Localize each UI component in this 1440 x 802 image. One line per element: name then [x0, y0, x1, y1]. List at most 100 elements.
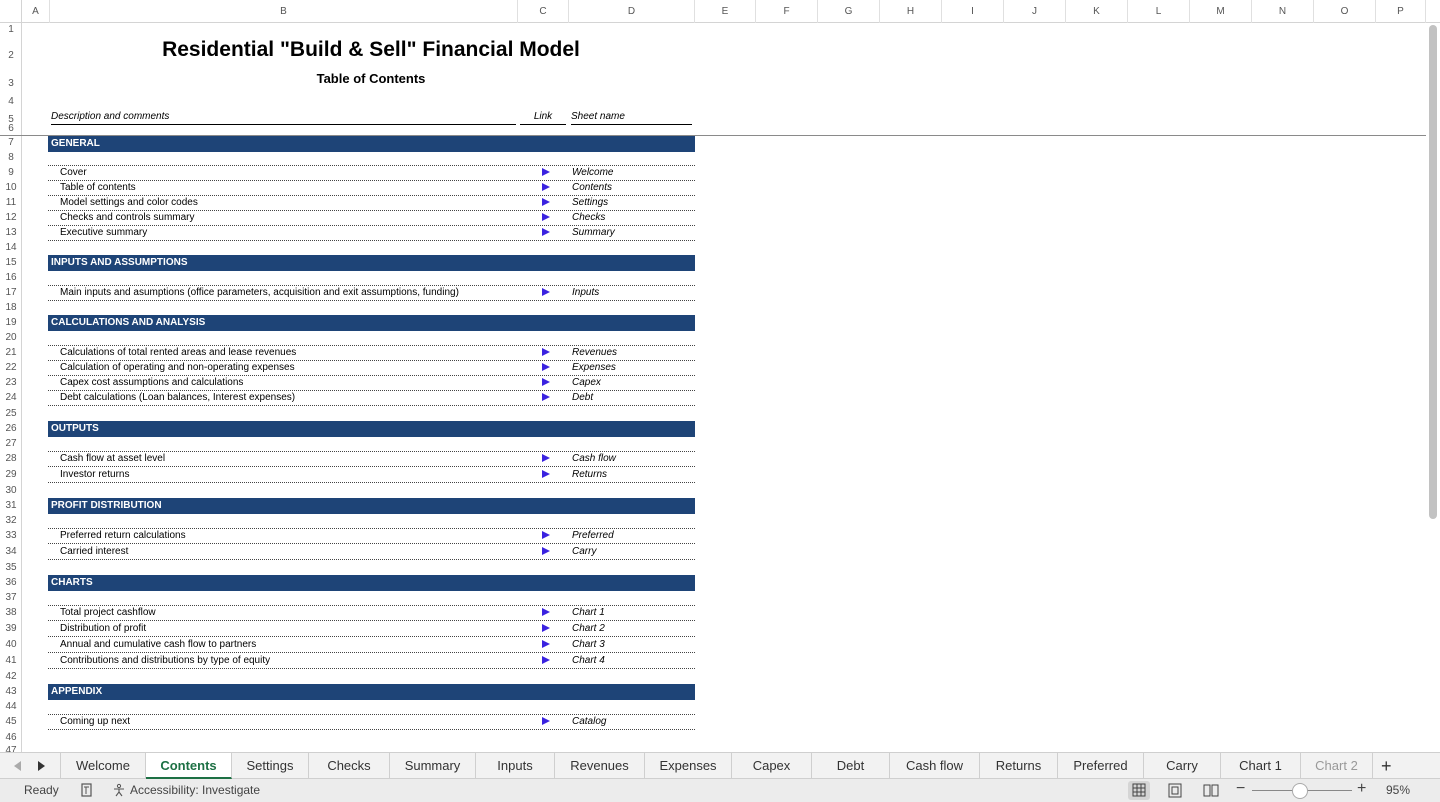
toc-item-sheet-name[interactable]: Returns [572, 469, 607, 480]
row-header-cell[interactable]: 34 [0, 546, 21, 557]
tab-scroll-left-icon[interactable] [14, 761, 21, 771]
toc-item-sheet-name[interactable]: Cash flow [572, 453, 616, 464]
row-header-cell[interactable]: 4 [0, 96, 21, 107]
link-arrow-icon[interactable] [542, 378, 550, 386]
link-arrow-icon[interactable] [542, 198, 550, 206]
zoom-out-button[interactable]: − [1236, 780, 1245, 798]
row-header-cell[interactable]: 43 [0, 686, 21, 697]
normal-view-icon[interactable] [1128, 781, 1150, 800]
sheet-tab[interactable]: Returns [980, 753, 1058, 778]
row-header-cell[interactable]: 10 [0, 182, 21, 193]
toc-item-sheet-name[interactable]: Capex [572, 377, 601, 388]
row-header-cell[interactable]: 26 [0, 423, 21, 434]
row-header-cell[interactable]: 39 [0, 623, 21, 634]
toc-item-sheet-name[interactable]: Settings [572, 197, 608, 208]
row-header-cell[interactable]: 6 [0, 123, 21, 134]
row-header-cell[interactable]: 15 [0, 257, 21, 268]
zoom-level[interactable]: 95% [1386, 783, 1410, 797]
row-header-cell[interactable]: 33 [0, 530, 21, 541]
sheet-tab[interactable]: Settings [232, 753, 309, 778]
sheet-tab[interactable]: Expenses [645, 753, 732, 778]
toc-item-sheet-name[interactable]: Debt [572, 392, 593, 403]
row-header-cell[interactable]: 47 [0, 745, 21, 752]
sheet-tab[interactable]: Revenues [555, 753, 645, 778]
row-header-cell[interactable]: 20 [0, 332, 21, 343]
toc-item-sheet-name[interactable]: Inputs [572, 287, 599, 298]
row-header-cell[interactable]: 42 [0, 671, 21, 682]
toc-item-sheet-name[interactable]: Carry [572, 546, 596, 557]
sheet-tab[interactable]: Chart 1 [1221, 753, 1301, 778]
row-header-cell[interactable]: 37 [0, 592, 21, 603]
toc-item-sheet-name[interactable]: Chart 3 [572, 639, 605, 650]
link-arrow-icon[interactable] [542, 228, 550, 236]
column-header-cell[interactable]: L [1128, 0, 1190, 23]
link-arrow-icon[interactable] [542, 531, 550, 539]
column-header-cell[interactable]: B [50, 0, 518, 23]
link-arrow-icon[interactable] [542, 608, 550, 616]
column-header-cell[interactable]: M [1190, 0, 1252, 23]
row-header-cell[interactable]: 8 [0, 152, 21, 163]
row-header-cell[interactable]: 36 [0, 577, 21, 588]
row-header-cell[interactable]: 21 [0, 347, 21, 358]
column-header-cell[interactable]: G [818, 0, 880, 23]
link-arrow-icon[interactable] [542, 624, 550, 632]
link-arrow-icon[interactable] [542, 288, 550, 296]
vertical-scrollbar[interactable] [1426, 23, 1440, 752]
link-arrow-icon[interactable] [542, 183, 550, 191]
sheet-tab[interactable]: Capex [732, 753, 812, 778]
toc-item-sheet-name[interactable]: Chart 1 [572, 607, 605, 618]
link-arrow-icon[interactable] [542, 656, 550, 664]
column-header-cell[interactable]: I [942, 0, 1004, 23]
toc-item-sheet-name[interactable]: Welcome [572, 167, 614, 178]
toc-item-sheet-name[interactable]: Preferred [572, 530, 614, 541]
column-header-cell[interactable]: P [1376, 0, 1426, 23]
row-header-cell[interactable]: 28 [0, 453, 21, 464]
page-break-view-icon[interactable] [1200, 781, 1222, 800]
toc-item-sheet-name[interactable]: Summary [572, 227, 615, 238]
link-arrow-icon[interactable] [542, 547, 550, 555]
row-header-cell[interactable]: 27 [0, 438, 21, 449]
scrollbar-thumb[interactable] [1429, 25, 1437, 519]
tab-scroll-right-icon[interactable] [38, 761, 45, 771]
row-header-cell[interactable]: 9 [0, 167, 21, 178]
toc-item-sheet-name[interactable]: Catalog [572, 716, 606, 727]
row-header-cell[interactable]: 24 [0, 392, 21, 403]
column-header-cell[interactable]: K [1066, 0, 1128, 23]
macro-record-icon[interactable] [80, 783, 94, 797]
row-header-cell[interactable]: 19 [0, 317, 21, 328]
toc-item-sheet-name[interactable]: Chart 4 [572, 655, 605, 666]
add-sheet-icon[interactable]: + [1381, 755, 1392, 777]
row-header-cell[interactable]: 17 [0, 287, 21, 298]
sheet-tab[interactable]: Contents [146, 753, 232, 779]
link-arrow-icon[interactable] [542, 454, 550, 462]
toc-item-sheet-name[interactable]: Expenses [572, 362, 616, 373]
row-header-cell[interactable]: 41 [0, 655, 21, 666]
toc-item-sheet-name[interactable]: Revenues [572, 347, 617, 358]
row-header-cell[interactable]: 46 [0, 732, 21, 743]
link-arrow-icon[interactable] [542, 470, 550, 478]
sheet-tab[interactable]: Carry [1144, 753, 1221, 778]
accessibility-icon[interactable] [112, 783, 126, 797]
row-header-cell[interactable]: 29 [0, 469, 21, 480]
row-header-cell[interactable]: 40 [0, 639, 21, 650]
sheet-tab[interactable]: Cash flow [890, 753, 980, 778]
column-header-cell[interactable]: A [22, 0, 50, 23]
column-header-cell[interactable]: H [880, 0, 942, 23]
link-arrow-icon[interactable] [542, 640, 550, 648]
column-header-cell[interactable]: J [1004, 0, 1066, 23]
row-header-cell[interactable]: 23 [0, 377, 21, 388]
toc-item-sheet-name[interactable]: Contents [572, 182, 612, 193]
column-header-cell[interactable]: O [1314, 0, 1376, 23]
row-header-cell[interactable]: 30 [0, 485, 21, 496]
column-header-cell[interactable]: D [569, 0, 695, 23]
column-header-cell[interactable]: F [756, 0, 818, 23]
link-arrow-icon[interactable] [542, 168, 550, 176]
row-header-cell[interactable]: 38 [0, 607, 21, 618]
row-header-cell[interactable]: 12 [0, 212, 21, 223]
column-header-cell[interactable]: N [1252, 0, 1314, 23]
zoom-slider-thumb[interactable] [1292, 783, 1308, 799]
row-header-cell[interactable]: 3 [0, 78, 21, 89]
link-arrow-icon[interactable] [542, 348, 550, 356]
row-header-cell[interactable]: 25 [0, 408, 21, 419]
row-header-cell[interactable]: 1 [0, 24, 21, 35]
